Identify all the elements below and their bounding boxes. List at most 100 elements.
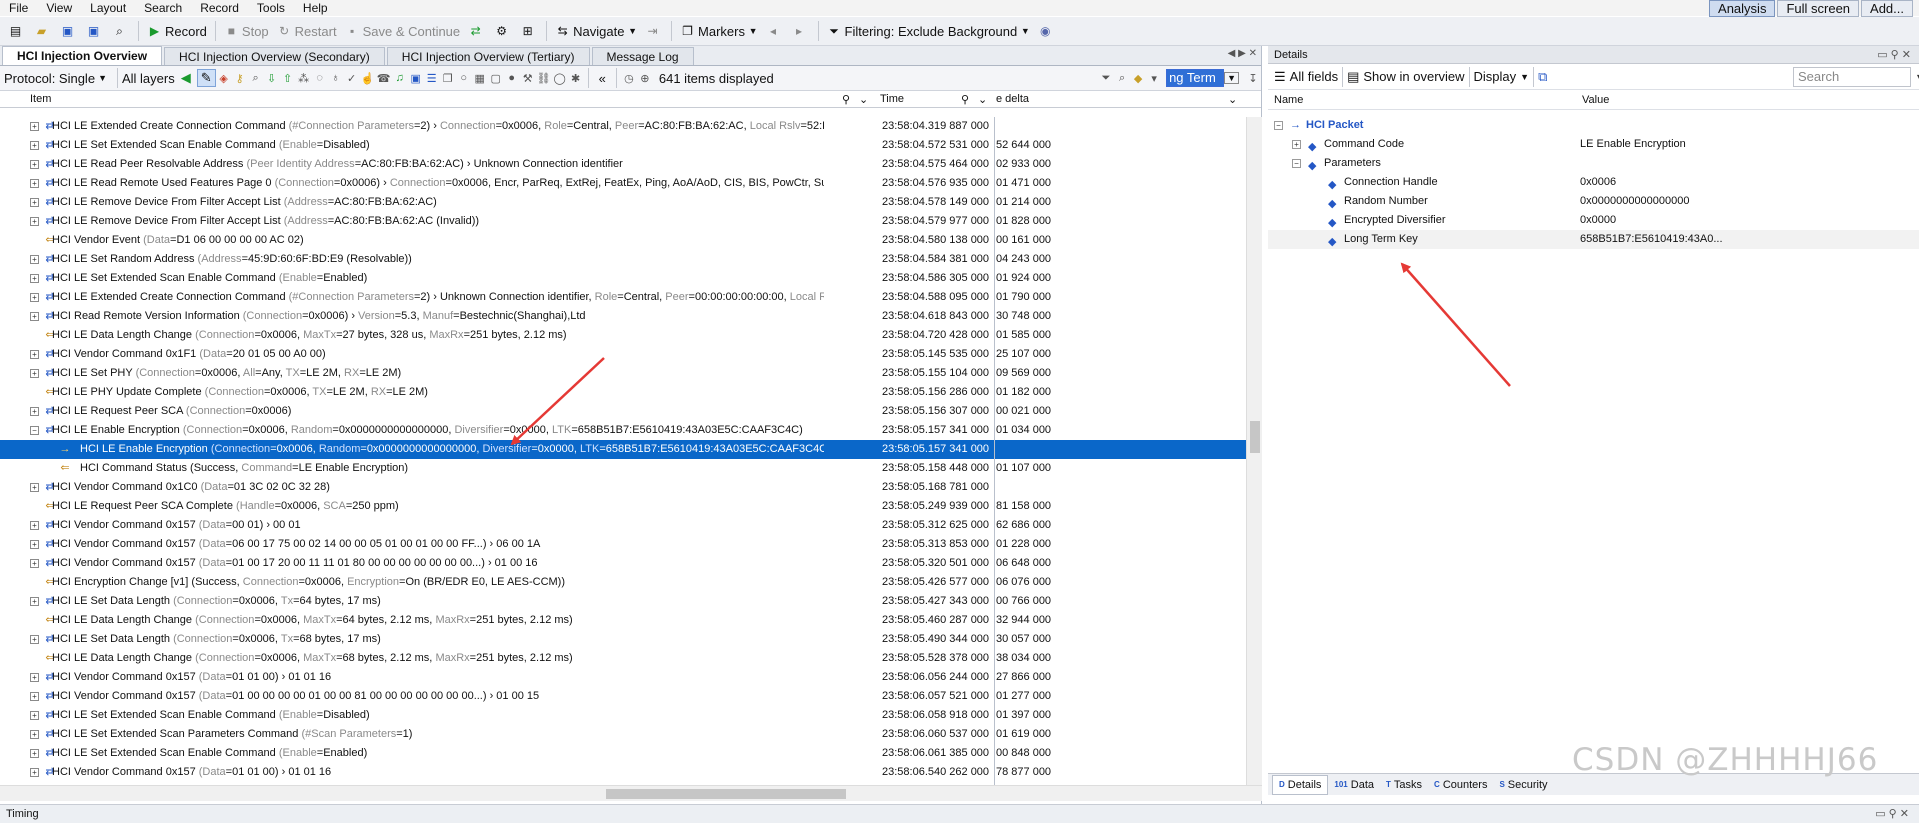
expand-icon[interactable]: + <box>30 521 39 530</box>
find-next-icon[interactable]: ↧ <box>1245 72 1261 85</box>
table-row[interactable]: + ⇄ HCI Read Remote Version Information (C… <box>0 307 1246 326</box>
table-row[interactable]: + ⇄ HCI LE Set PHY (Connection=0x0006, All… <box>0 364 1246 383</box>
table-row[interactable]: + ⇄ HCI LE Read Remote Used Features Page … <box>0 174 1246 193</box>
table-row[interactable]: + ⇄ HCI LE Remove Device From Filter Accep… <box>0 193 1246 212</box>
table-row[interactable]: ⇐ HCI LE PHY Update Complete (Connection=… <box>0 383 1246 402</box>
tab-controls[interactable]: ◀ ▶ ✕ <box>1228 48 1257 59</box>
star-icon[interactable]: ✱ <box>568 72 584 85</box>
layers-selector[interactable]: All layers <box>122 71 175 86</box>
copy-icon[interactable]: ❐ <box>440 72 456 85</box>
ball-icon[interactable]: ● <box>504 72 520 84</box>
details-tab-security[interactable]: S Security <box>1493 775 1553 795</box>
layer-icon[interactable]: ◈ <box>216 72 232 85</box>
capture-icon[interactable]: ⇄ <box>464 20 490 42</box>
expand-icon[interactable]: + <box>30 540 39 549</box>
export-icon[interactable]: ⧉ <box>1538 69 1547 85</box>
table-row[interactable]: + ⇄ HCI LE Set Random Address (Address=45:… <box>0 250 1246 269</box>
table-row[interactable]: + ⇄ HCI LE Set Extended Scan Parameters Co… <box>0 725 1246 744</box>
expand-icon[interactable]: + <box>30 749 39 758</box>
bits-icon[interactable]: ⁂ <box>296 72 312 85</box>
hand-icon[interactable]: ☝ <box>360 72 376 85</box>
expand-icon[interactable]: + <box>30 141 39 150</box>
highlight-icon[interactable]: ◆ <box>1130 72 1146 85</box>
table-row[interactable]: + ⇄ HCI LE Remove Device From Filter Accep… <box>0 212 1246 231</box>
table-row[interactable]: ⇐ HCI Command Status (Success, Command=LE… <box>0 459 1246 478</box>
table-row[interactable]: + ⇄ HCI LE Read Peer Resolvable Address (P… <box>0 155 1246 174</box>
display-button[interactable]: Display ▼ <box>1474 69 1530 84</box>
show-overview-button[interactable]: ▤ Show in overview <box>1347 69 1464 85</box>
table-row[interactable]: ⇐ HCI LE Request Peer SCA Complete (Handl… <box>0 497 1246 516</box>
details-tab-counters[interactable]: C Counters <box>1428 775 1493 795</box>
column-delta[interactable]: e delta <box>996 93 1029 105</box>
table-row[interactable]: + ⇄ HCI Vendor Command 0x1C0 (Data=01 3C 0… <box>0 478 1246 497</box>
save-icon[interactable]: ▣ <box>56 20 82 42</box>
navigate-extra-icon[interactable]: ⇥ <box>641 20 667 42</box>
pane-controls[interactable]: ▭ ⚲ ✕ <box>1877 46 1911 64</box>
table-row[interactable]: + ⇄ HCI LE Request Peer SCA (Connection=0x… <box>0 402 1246 421</box>
table-row[interactable]: ⇐ HCI LE Data Length Change (Connection=0… <box>0 649 1246 668</box>
expand-icon[interactable]: + <box>30 179 39 188</box>
filtering-button[interactable]: ⏷ Filtering: Exclude Background ▼ <box>823 20 1034 42</box>
tree-row-connection-handle[interactable]: ◆ Connection Handle 0x0006 <box>1268 173 1919 192</box>
table-row[interactable]: + ⇄ HCI Vendor Command 0x157 (Data=01 00 0… <box>0 687 1246 706</box>
menu-search[interactable]: Search <box>135 0 191 16</box>
new-icon[interactable]: ▤ <box>4 20 30 42</box>
menu-file[interactable]: File <box>0 0 37 16</box>
restart-button[interactable]: ↻ Restart <box>273 20 341 42</box>
table-row[interactable]: + ⇄ HCI LE Set Extended Scan Enable Comman… <box>0 269 1246 288</box>
rewind-icon[interactable]: « <box>599 71 606 86</box>
grid-icon[interactable]: ▦ <box>472 72 488 85</box>
circle-icon[interactable]: ○ <box>456 72 472 84</box>
view-analysis[interactable]: Analysis <box>1709 0 1776 17</box>
column-time[interactable]: Time <box>880 93 904 105</box>
table-row[interactable]: − ⇄ HCI LE Enable Encryption (Connection=0… <box>0 421 1246 440</box>
chevron-down-icon[interactable]: ⌄ <box>1228 93 1237 106</box>
expand-icon[interactable]: + <box>30 274 39 283</box>
tools-icon[interactable]: ⚒ <box>520 72 536 85</box>
menu-record[interactable]: Record <box>191 0 248 16</box>
scroll-thumb[interactable] <box>606 789 846 799</box>
expand-icon[interactable]: + <box>30 255 39 264</box>
tree-root[interactable]: − → HCI Packet <box>1268 116 1919 135</box>
expand-icon[interactable]: + <box>30 483 39 492</box>
marker-next-icon[interactable]: ▸ <box>788 20 814 42</box>
expand-icon[interactable]: + <box>30 559 39 568</box>
image-icon[interactable]: ▣ <box>408 72 424 85</box>
table-row[interactable]: → HCI LE Enable Encryption (Connection=0x… <box>0 440 1246 459</box>
open-icon[interactable]: ▰ <box>30 20 56 42</box>
clock-icon[interactable]: ◷ <box>621 72 637 85</box>
table-row[interactable]: + ⇄ HCI LE Extended Create Connection Comm… <box>0 117 1246 136</box>
expand-icon[interactable]: + <box>30 730 39 739</box>
expand-icon[interactable]: + <box>30 217 39 226</box>
record-button[interactable]: ▶ Record <box>143 20 211 42</box>
markers-button[interactable]: ❐ Markers ▼ <box>676 20 762 42</box>
expand-icon[interactable]: + <box>30 407 39 416</box>
table-row[interactable]: ⇐ HCI Vendor Event (Data=D1 06 00 00 00 0… <box>0 231 1246 250</box>
save-continue-button[interactable]: ▪ Save & Continue <box>341 20 465 42</box>
table-row[interactable]: + ⇄ HCI LE Set Extended Scan Enable Comman… <box>0 136 1246 155</box>
status-controls[interactable]: ▭ ⚲ ✕ <box>1875 805 1909 824</box>
marker-prev-icon[interactable]: ◂ <box>762 20 788 42</box>
chevron-down-icon[interactable]: ▼ <box>98 73 107 83</box>
protocol-selector[interactable]: Protocol: Single <box>4 71 95 86</box>
column-item[interactable]: Item <box>30 93 51 105</box>
horizontal-scrollbar[interactable] <box>0 785 1262 801</box>
menu-tools[interactable]: Tools <box>248 0 294 16</box>
details-tab-tasks[interactable]: T Tasks <box>1380 775 1428 795</box>
music-icon[interactable]: ♫ <box>392 72 408 84</box>
navigate-button[interactable]: ⇆ Navigate ▼ <box>551 20 641 42</box>
table-row[interactable]: + ⇄ HCI Vendor Command 0x157 (Data=01 01 0… <box>0 668 1246 687</box>
expand-icon[interactable]: + <box>30 160 39 169</box>
mic-icon[interactable]: ♁ <box>328 72 344 84</box>
table-row[interactable]: + ⇄ HCI Vendor Command 0x157 (Data=01 00 1… <box>0 554 1246 573</box>
scroll-thumb[interactable] <box>1250 421 1260 453</box>
column-name[interactable]: Name <box>1274 94 1303 106</box>
table-row[interactable]: + ⇄ HCI LE Set Data Length (Connection=0x0… <box>0 592 1246 611</box>
link-icon[interactable]: ⛓ <box>536 72 552 85</box>
box-icon[interactable]: ▢ <box>488 72 504 85</box>
search-dropdown-icon[interactable]: ▼ <box>1224 72 1239 84</box>
expand-icon[interactable]: + <box>30 673 39 682</box>
collapse-icon[interactable]: − <box>1292 159 1301 168</box>
column-value[interactable]: Value <box>1582 94 1609 106</box>
check-icon[interactable]: ✓ <box>344 72 360 85</box>
